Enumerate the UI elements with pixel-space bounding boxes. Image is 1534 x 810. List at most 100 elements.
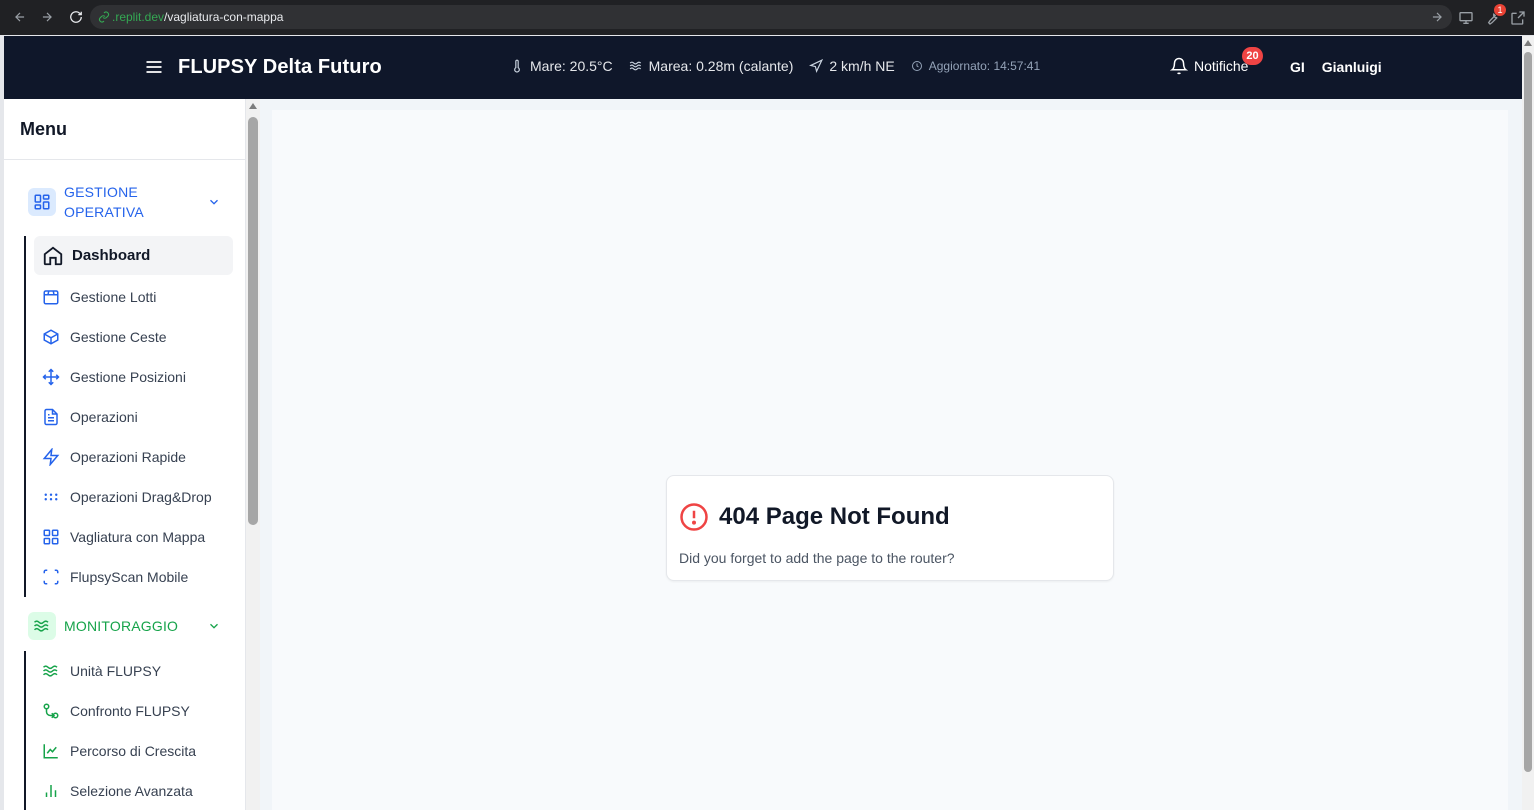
sidebar-item-label: Operazioni Rapide — [70, 449, 186, 465]
sidebar-item-dashboard[interactable]: Dashboard — [34, 236, 233, 275]
sidebar-item-label: Operazioni Drag&Drop — [70, 489, 212, 505]
sidebar-item-label: Dashboard — [72, 247, 151, 264]
scroll-up-arrow[interactable] — [249, 103, 257, 109]
sidebar-item-selezione-avanzata[interactable]: Selezione Avanzata — [34, 771, 245, 810]
sidebar-item-operazioni-rapide[interactable]: Operazioni Rapide — [34, 437, 245, 477]
sidebar-item-confronto-flupsy[interactable]: Confronto FLUPSY — [34, 691, 245, 731]
waves-icon — [42, 665, 58, 677]
cast-button[interactable] — [1458, 10, 1474, 26]
external-link-icon — [1511, 10, 1525, 25]
section-gestione-operativa[interactable]: GESTIONE OPERATIVA — [4, 180, 245, 224]
user-menu[interactable]: GI Gianluigi — [1290, 59, 1382, 75]
open-external-button[interactable] — [1510, 10, 1526, 26]
sidebar-item-percorso-di-crescita[interactable]: Percorso di Crescita — [34, 731, 245, 771]
waves-icon — [629, 61, 641, 71]
sidebar: Menu GESTIONE OPERATIVA Dashboard Gestio… — [4, 99, 246, 810]
sidebar-item-label: Confronto FLUPSY — [70, 703, 190, 719]
chevron-down-icon — [210, 623, 218, 629]
page-scrollbar-thumb[interactable] — [1524, 52, 1532, 772]
arrow-left-icon — [15, 12, 25, 22]
section-monitoraggio[interactable]: MONITORAGGIO — [4, 611, 245, 641]
sidebar-item-gestione-ceste[interactable]: Gestione Ceste — [34, 317, 245, 357]
notifications-button[interactable]: Notifiche 20 — [1170, 47, 1263, 75]
notifications-label: Notifiche — [1194, 58, 1249, 74]
sidebar-item-operazioni[interactable]: Operazioni — [34, 397, 245, 437]
tide-text: Marea: 0.28m (calante) — [648, 58, 794, 74]
sidebar-item-gestione-posizioni[interactable]: Gestione Posizioni — [34, 357, 245, 397]
sea-temperature: Mare: 20.5°C — [510, 58, 613, 74]
grip-icon — [44, 493, 58, 501]
app-title: FLUPSY Delta Futuro — [178, 56, 382, 78]
sidebar-item-label: Percorso di Crescita — [70, 743, 197, 759]
sidebar-item-label: FlupsyScan Mobile — [70, 569, 189, 585]
sidebar-scrollbar[interactable] — [246, 99, 260, 810]
not-found-card: 404 Page Not Found Did you forget to add… — [666, 475, 1114, 581]
sidebar-item-vagliatura-con-mappa[interactable]: Vagliatura con Mappa — [34, 517, 245, 557]
alert-circle-icon — [680, 503, 708, 531]
forward-button[interactable] — [33, 3, 61, 31]
sidebar-item-label: Gestione Ceste — [70, 329, 167, 345]
move-icon — [42, 368, 60, 386]
home-icon — [43, 246, 63, 265]
browser-actions: 1 — [1458, 0, 1534, 35]
weather-bar: Mare: 20.5°C Marea: 0.28m (calante) 2 km… — [510, 58, 1056, 74]
sidebar-item-label: Gestione Lotti — [70, 289, 157, 305]
error-title: 404 Page Not Found — [679, 502, 950, 532]
error-title-text: 404 Page Not Found — [719, 503, 950, 530]
address-bar[interactable]: .replit.dev/vagliatura-con-mappa — [90, 5, 1452, 29]
extension-button[interactable]: 1 — [1484, 3, 1506, 26]
link-icon — [98, 11, 110, 23]
extension-badge: 1 — [1494, 3, 1506, 16]
section-label-line2: OPERATIVA — [64, 204, 144, 220]
back-button[interactable] — [6, 3, 34, 31]
app-header: FLUPSY Delta Futuro Mare: 20.5°C Marea: … — [4, 36, 1522, 99]
arrow-right-icon — [42, 12, 52, 22]
zap-icon — [42, 448, 60, 466]
git-compare-icon — [43, 703, 59, 719]
tide-level: Marea: 0.28m (calante) — [629, 58, 794, 74]
box-icon — [43, 329, 59, 345]
line-chart-icon — [43, 744, 58, 759]
chevron-down-icon — [210, 199, 218, 205]
sidebar-item-label: Operazioni — [70, 409, 138, 425]
reload-button[interactable] — [62, 3, 90, 31]
navigation-icon — [809, 59, 824, 73]
arrow-right-icon[interactable] — [1430, 10, 1444, 24]
sidebar-item-flupsyscan-mobile[interactable]: FlupsyScan Mobile — [34, 557, 245, 597]
sidebar-item-label: Gestione Posizioni — [70, 369, 186, 385]
avatar: GI — [1290, 59, 1305, 75]
error-message: Did you forget to add the page to the ro… — [679, 550, 955, 566]
bar-chart-icon — [45, 785, 57, 797]
package-icon — [43, 290, 59, 305]
reload-icon — [70, 11, 82, 23]
menu-icon[interactable] — [144, 57, 164, 77]
page-scrollbar[interactable] — [1522, 36, 1534, 810]
url-host: .replit.dev — [112, 10, 165, 24]
sidebar-title: Menu — [4, 99, 245, 160]
updated-text: Aggiornato: 14:57:41 — [928, 59, 1041, 73]
layout-grid-icon — [28, 188, 56, 216]
bell-icon — [1170, 57, 1188, 75]
waves-icon — [28, 612, 56, 640]
thermometer-icon — [514, 59, 520, 73]
section-items-monitoraggio: Unità FLUPSY Confronto FLUPSY Percorso d… — [24, 651, 245, 810]
scroll-up-arrow[interactable] — [1524, 40, 1532, 46]
sidebar-item-label: Unità FLUPSY — [70, 663, 162, 679]
section-label-line1: GESTIONE — [64, 184, 138, 200]
section-label: MONITORAGGIO — [64, 618, 179, 634]
sidebar-item-gestione-lotti[interactable]: Gestione Lotti — [34, 277, 245, 317]
browser-toolbar: .replit.dev/vagliatura-con-mappa 1 — [0, 0, 1534, 35]
last-updated: Aggiornato: 14:57:41 — [911, 59, 1040, 73]
layout-grid-icon — [43, 529, 59, 545]
clock-icon — [911, 61, 922, 71]
wind-speed: 2 km/h NE — [809, 58, 895, 74]
sidebar-item-label: Selezione Avanzata — [70, 783, 193, 799]
monitor-icon — [1459, 11, 1473, 24]
sidebar-item-unita-flupsy[interactable]: Unità FLUPSY — [34, 651, 245, 691]
file-text-icon — [44, 408, 58, 426]
sidebar-scrollbar-thumb[interactable] — [248, 117, 258, 525]
sidebar-item-operazioni-dragdrop[interactable]: Operazioni Drag&Drop — [34, 477, 245, 517]
user-name: Gianluigi — [1321, 59, 1382, 75]
main-panel — [272, 110, 1508, 810]
url-path: /vagliatura-con-mappa — [164, 10, 284, 24]
